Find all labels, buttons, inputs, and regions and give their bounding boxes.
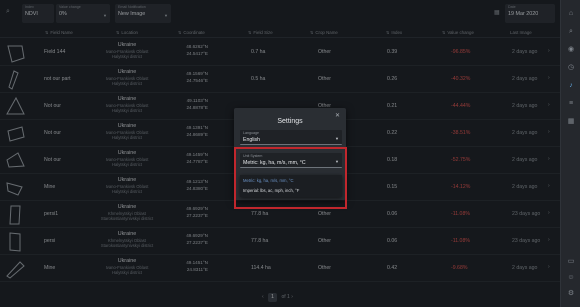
highlight-box (234, 147, 347, 209)
chevron-down-icon: ▼ (335, 136, 339, 141)
language-value: English (243, 137, 261, 143)
settings-icon[interactable]: ⚙ (567, 290, 575, 298)
bell-icon[interactable]: ♪ (567, 82, 575, 90)
settings-title: Settings (277, 118, 303, 125)
language-label: Language (243, 131, 259, 135)
chat-icon[interactable]: ▭ (567, 258, 575, 266)
location-icon[interactable]: ◉ (567, 46, 575, 54)
language-select[interactable]: Language English ▼ (240, 130, 342, 145)
home-icon[interactable]: ⌂ (567, 10, 575, 18)
clock-icon[interactable]: ◷ (567, 64, 575, 72)
search-icon[interactable]: ⌕ (567, 28, 575, 36)
list-icon[interactable]: ≡ (567, 100, 575, 108)
user-icon[interactable]: ☺ (567, 274, 575, 282)
right-nav: ⌂ ⌕ ◉ ◷ ♪ ≡ ▦ ▭ ☺ ⚙ (560, 0, 580, 307)
grid-icon[interactable]: ▦ (567, 118, 575, 126)
